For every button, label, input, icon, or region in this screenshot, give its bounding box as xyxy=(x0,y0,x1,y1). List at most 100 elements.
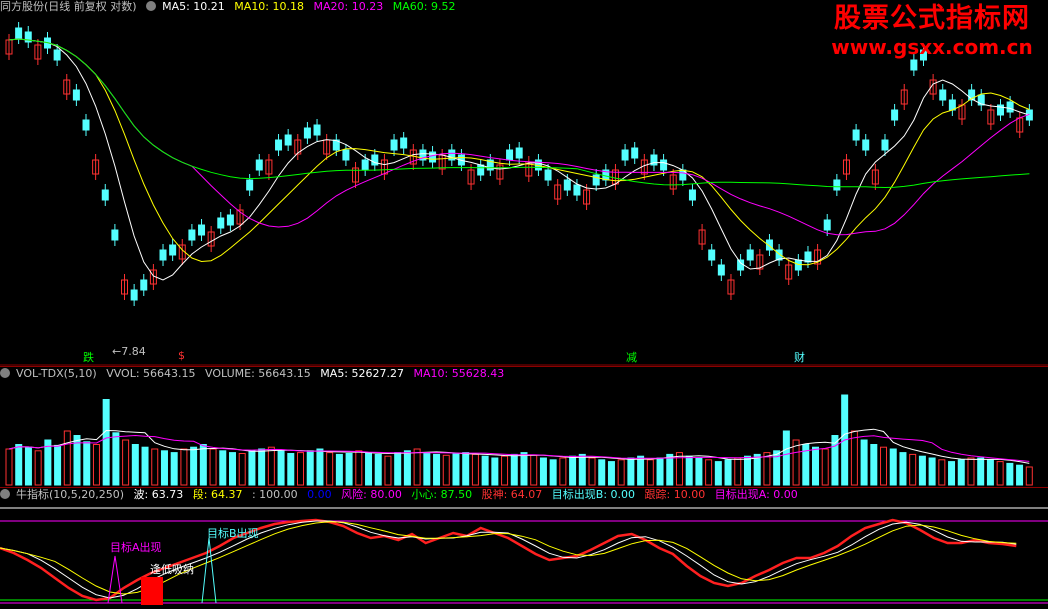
target-a-label: 目标A出现 xyxy=(110,541,162,554)
volume-bar xyxy=(491,457,499,486)
volume-bar xyxy=(345,453,353,486)
watermark-title: 股票公式指标网 xyxy=(834,3,1030,34)
volume-bar xyxy=(190,446,198,486)
volume-bar xyxy=(481,455,489,486)
volume-bar xyxy=(384,455,392,486)
low-price-marker: ←7.84 xyxy=(112,345,146,358)
candle-body xyxy=(765,239,773,251)
volume-bar xyxy=(306,450,314,486)
volume-bar xyxy=(442,454,450,486)
volume-bar xyxy=(15,444,23,486)
candle-body xyxy=(852,129,860,141)
vol-ma10-readout: MA10: 55628.43 xyxy=(413,367,505,380)
candle-body xyxy=(862,139,870,151)
volume-indicator-name[interactable]: VOL-TDX(5,10) xyxy=(16,367,97,380)
candle-body xyxy=(246,179,254,191)
candle-body xyxy=(111,229,119,241)
volume-bar xyxy=(977,457,985,486)
indicator-name[interactable]: 牛指标(10,5,20,250) xyxy=(16,488,124,501)
volume-bar xyxy=(743,455,751,486)
signal-cai: 财 xyxy=(794,351,805,364)
volume-bar xyxy=(578,453,586,486)
volume-bar xyxy=(588,457,596,486)
v100-readout: : 100.00 xyxy=(251,488,298,501)
buy-low-label: 逢低吸纳 xyxy=(150,563,194,576)
candle-body xyxy=(82,119,90,131)
candle-body xyxy=(226,214,234,226)
candle-body xyxy=(1006,101,1014,113)
volume-bar xyxy=(967,457,975,486)
settings-dot-icon[interactable] xyxy=(146,1,157,11)
volume-bar xyxy=(763,452,771,486)
candle-body xyxy=(188,229,196,241)
volume-bar xyxy=(1006,462,1014,486)
volume-bar xyxy=(413,448,421,486)
ma20-readout: MA20: 10.23 xyxy=(313,0,384,13)
stock-label[interactable]: 同方股份(日线 前复权 对数) xyxy=(0,0,137,13)
duan-readout: 段: 64.37 xyxy=(192,488,243,501)
volume-bar xyxy=(423,452,431,486)
candle-body xyxy=(101,189,109,201)
candle-body xyxy=(506,149,514,161)
volume-readout: VOLUME: 56643.15 xyxy=(205,367,311,380)
volume-bar xyxy=(1025,466,1033,486)
candle-body xyxy=(592,174,600,186)
volume-bar xyxy=(199,444,207,486)
volume-chart[interactable] xyxy=(0,367,1048,487)
volume-bar xyxy=(812,446,820,486)
volume-bar xyxy=(656,457,664,486)
volume-bar xyxy=(92,444,100,486)
volume-bar xyxy=(374,453,382,486)
candle-body xyxy=(130,289,138,301)
target-b-label: 目标B出现 xyxy=(207,527,259,540)
volume-bar xyxy=(530,454,538,486)
volume-bar xyxy=(160,450,168,486)
candle-body xyxy=(804,251,812,263)
bo-readout: 波: 63.73 xyxy=(133,488,184,501)
volume-bar xyxy=(899,452,907,486)
candle-body xyxy=(544,169,552,181)
volume-bar xyxy=(228,452,236,486)
stock-god-readout: 股神: 64.07 xyxy=(481,488,543,501)
volume-bar xyxy=(248,450,256,486)
volume-bar xyxy=(986,459,994,486)
volume-bar xyxy=(258,448,266,486)
volume-panel[interactable]: VOL-TDX(5,10) VVOL: 56643.15 VOLUME: 566… xyxy=(0,366,1048,487)
volume-bar xyxy=(607,461,615,486)
risk-readout: 风险: 80.00 xyxy=(341,488,402,501)
candle-body xyxy=(53,49,61,61)
volume-bar xyxy=(753,453,761,486)
volume-bar xyxy=(102,399,110,486)
candle-body xyxy=(563,179,571,191)
volume-header: VOL-TDX(5,10) VVOL: 56643.15 VOLUME: 566… xyxy=(0,367,510,381)
settings-dot-icon[interactable] xyxy=(0,368,10,378)
candle-body xyxy=(400,137,408,149)
candle-body xyxy=(140,279,148,291)
settings-dot-icon[interactable] xyxy=(0,489,10,499)
ma60-readout: MA60: 9.52 xyxy=(392,0,456,13)
ma20-line xyxy=(8,38,1030,236)
candle-body xyxy=(342,149,350,161)
watermark: 股票公式指标网 www.gsxx.com.cn xyxy=(822,2,1042,58)
signal-jian: 减 xyxy=(626,351,637,364)
buy-low-block xyxy=(141,577,163,605)
indicator-header: 牛指标(10,5,20,250) 波: 63.73 段: 64.37 : 100… xyxy=(0,488,804,502)
price-panel[interactable]: 同方股份(日线 前复权 对数) MA5: 10.21 MA10: 10.18 M… xyxy=(0,0,1048,366)
volume-bar xyxy=(238,453,246,486)
volume-bar xyxy=(860,439,868,486)
volume-bar xyxy=(685,455,693,486)
volume-bar xyxy=(462,452,470,486)
volume-bar xyxy=(83,441,91,486)
volume-bar xyxy=(928,457,936,486)
volume-bar xyxy=(219,450,227,486)
volume-bar xyxy=(326,452,334,486)
candle-body xyxy=(275,139,283,151)
candle-body xyxy=(198,224,206,236)
candle-body xyxy=(621,149,629,161)
volume-bar xyxy=(666,453,674,486)
target-b-readout: 目标出现B: 0.00 xyxy=(551,488,636,501)
volume-bar xyxy=(433,453,441,486)
signal-die: 跌 xyxy=(83,351,94,364)
volume-bar xyxy=(267,446,275,486)
indicator-panel[interactable]: 牛指标(10,5,20,250) 波: 63.73 段: 64.37 : 100… xyxy=(0,487,1048,609)
